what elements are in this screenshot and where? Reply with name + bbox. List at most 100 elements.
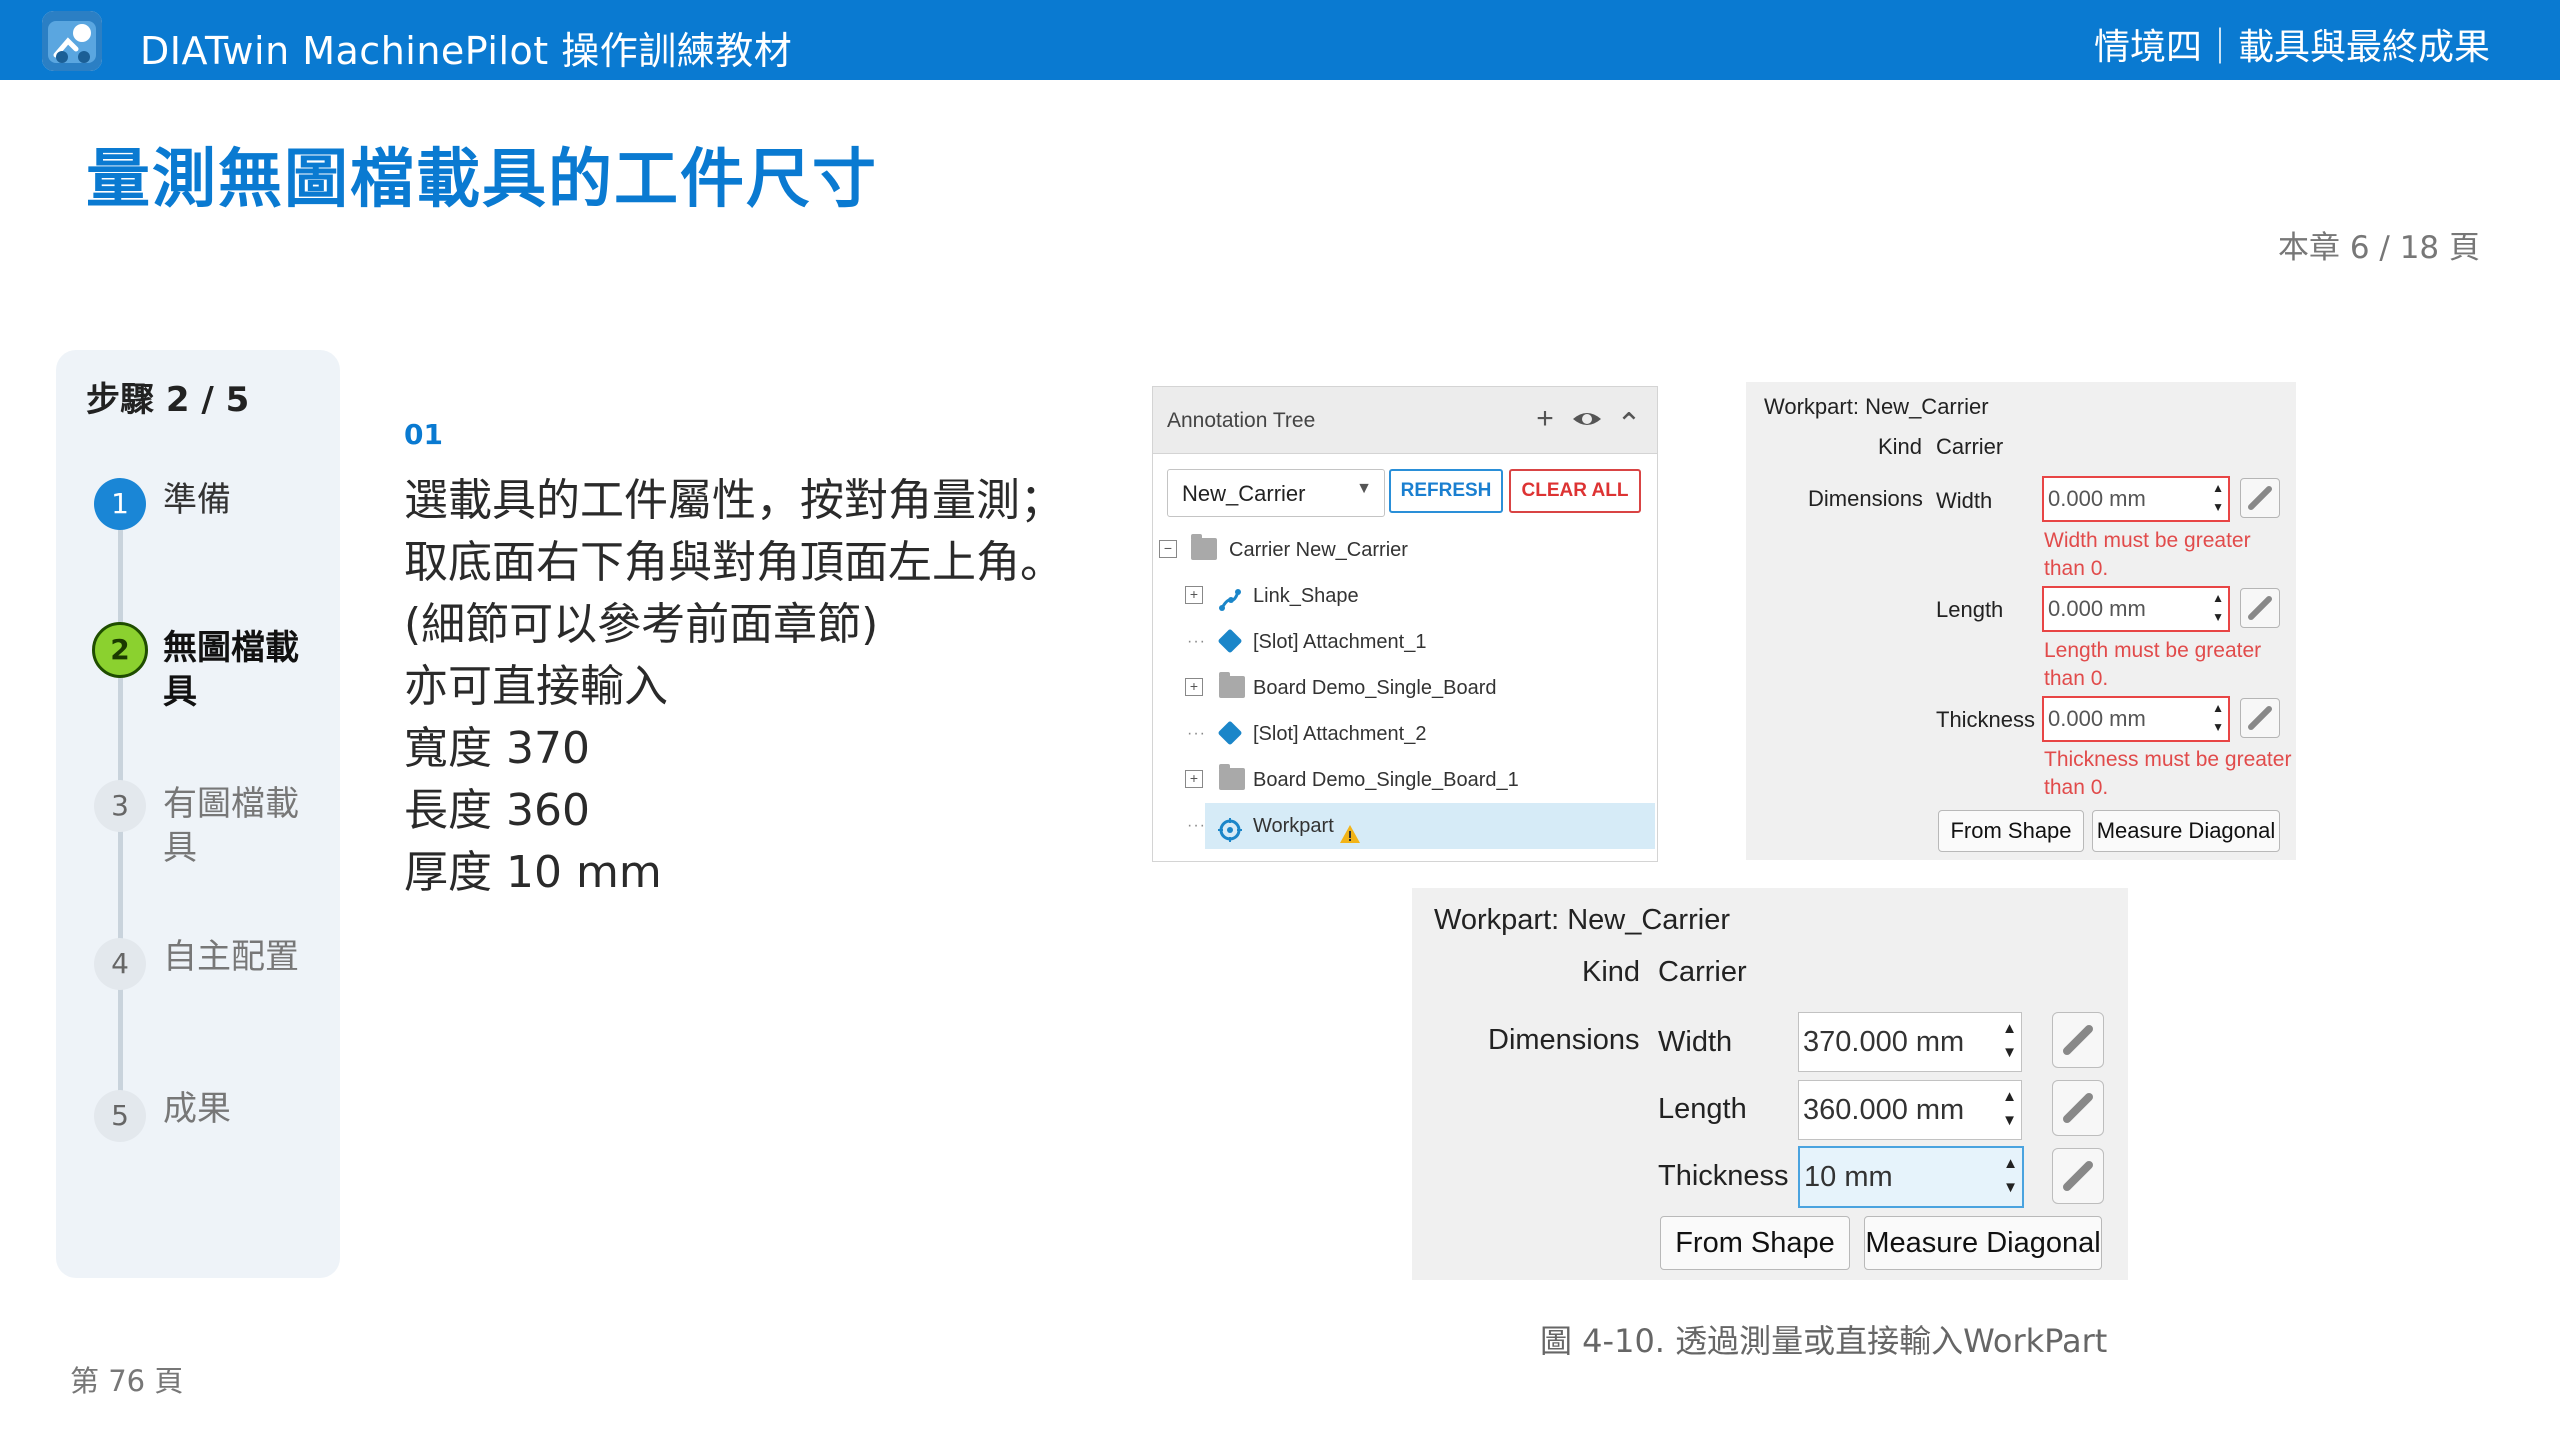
- tree-connector: ···: [1187, 725, 1206, 742]
- warning-icon: [1339, 815, 1361, 861]
- workpart-title: Workpart: New_Carrier: [1764, 394, 1989, 419]
- width-input[interactable]: 370.000 mm ▲ ▼: [1798, 1012, 2022, 1072]
- tree-node-board-demo[interactable]: + Board Demo_Single_Board: [1185, 665, 1649, 711]
- instruction-line: 厚度 10 mm: [404, 847, 662, 898]
- length-input[interactable]: 0.000 mm ▲ ▼: [2042, 586, 2230, 632]
- tree-node-board-demo-1[interactable]: + Board Demo_Single_Board_1: [1185, 757, 1649, 803]
- step-3-circle[interactable]: 3: [94, 780, 146, 832]
- kind-label: Kind: [1878, 434, 1923, 459]
- eye-icon[interactable]: [1567, 399, 1607, 439]
- tree-node-label: Carrier New_Carrier: [1229, 539, 1408, 561]
- instruction-line: 長度 360: [404, 785, 590, 836]
- tree-node-carrier[interactable]: − Carrier New_Carrier: [1159, 527, 1649, 573]
- tree-node-label: Link_Shape: [1253, 585, 1359, 607]
- step-5-circle[interactable]: 5: [94, 1090, 146, 1142]
- length-input[interactable]: 360.000 mm ▲ ▼: [1798, 1080, 2022, 1140]
- measure-ruler-icon[interactable]: [2240, 478, 2280, 518]
- step-4-circle[interactable]: 4: [94, 938, 146, 990]
- instruction-line: (細節可以參考前面章節): [404, 599, 879, 650]
- thickness-error: Thickness must be greater than 0.: [2044, 748, 2292, 799]
- refresh-button[interactable]: REFRESH: [1389, 469, 1503, 513]
- from-shape-button[interactable]: From Shape: [1660, 1216, 1850, 1270]
- tree-node-label: [Slot] Attachment_1: [1253, 631, 1427, 653]
- step-4-label[interactable]: 自主配置: [163, 935, 323, 979]
- measure-ruler-icon[interactable]: [2052, 1012, 2104, 1068]
- tree-node-label: Board Demo_Single_Board_1: [1253, 769, 1519, 791]
- carrier-select[interactable]: New_Carrier ▼: [1167, 469, 1385, 517]
- thickness-label: Thickness: [1936, 707, 2036, 732]
- spinner-icon[interactable]: ▲ ▼: [2002, 1085, 2017, 1133]
- tree-node-link-shape[interactable]: + Link_Shape: [1185, 573, 1649, 619]
- thickness-label: Thickness: [1658, 1160, 1789, 1192]
- tree-node-slot-attachment-1[interactable]: ··· [Slot] Attachment_1: [1185, 619, 1649, 665]
- spinner-icon[interactable]: ▲ ▼: [2212, 479, 2224, 517]
- width-label: Width: [1658, 1026, 1733, 1058]
- instruction-line: 選載具的工件屬性，按對角量測；: [404, 475, 1064, 526]
- tree-node-slot-attachment-2[interactable]: ··· [Slot] Attachment_2: [1185, 711, 1649, 757]
- tree-connector: ···: [1187, 817, 1206, 834]
- spinner-icon[interactable]: ▲ ▼: [2212, 589, 2224, 627]
- dimensions-label: Dimensions: [1808, 486, 1923, 511]
- step-1-circle[interactable]: 1: [94, 478, 146, 530]
- figure-caption: 圖 4-10. 透過測量或直接輸入WorkPart: [1540, 1322, 2108, 1360]
- plus-icon[interactable]: +: [1525, 399, 1565, 439]
- top-header-bar: DIATwin MachinePilot 操作訓練教材 情境四｜載具與最終成果: [0, 0, 2560, 80]
- cube-icon: [1217, 628, 1243, 654]
- folder-icon: [1219, 764, 1245, 790]
- width-input[interactable]: 0.000 mm ▲ ▼: [2042, 476, 2230, 522]
- step-5-label[interactable]: 成果: [163, 1087, 323, 1131]
- step-2-label[interactable]: 無圖檔載具: [163, 626, 323, 714]
- annotation-tree-header: Annotation Tree + ⌃: [1153, 387, 1657, 454]
- instruction-line: 寬度 370: [404, 723, 590, 774]
- width-label: Width: [1936, 488, 1993, 513]
- dimensions-label: Dimensions: [1488, 1024, 1640, 1056]
- thickness-input-value: 10 mm: [1804, 1161, 1893, 1193]
- tree-node-workpart[interactable]: ··· Workpart: [1185, 803, 1649, 849]
- measure-ruler-icon[interactable]: [2240, 588, 2280, 628]
- chevron-up-icon[interactable]: ⌃: [1609, 405, 1649, 445]
- cube-icon: [1217, 720, 1243, 746]
- length-label: Length: [1658, 1093, 1747, 1125]
- measure-diagonal-button[interactable]: Measure Diagonal: [2092, 810, 2280, 852]
- collapse-expander-icon[interactable]: −: [1159, 540, 1177, 558]
- carrier-select-value: New_Carrier: [1182, 481, 1306, 506]
- width-input-value: 370.000 mm: [1803, 1026, 1965, 1058]
- length-error: Length must be greater than 0.: [2044, 639, 2262, 690]
- workpart-title: Workpart: New_Carrier: [1434, 904, 1730, 936]
- instruction-text: 選載具的工件屬性，按對角量測； 取底面右下角與對角頂面左上角。 (細節可以參考前…: [404, 470, 1104, 904]
- measure-ruler-icon[interactable]: [2052, 1080, 2104, 1136]
- page-title: 量測無圖檔載具的工件尺寸: [86, 143, 878, 217]
- thickness-input[interactable]: 0.000 mm ▲ ▼: [2042, 696, 2230, 742]
- expand-expander-icon[interactable]: +: [1185, 770, 1203, 788]
- page-number: 第 76 頁: [70, 1364, 184, 1398]
- thickness-input[interactable]: 10 mm ▲ ▼: [1798, 1146, 2024, 1208]
- expand-expander-icon[interactable]: +: [1185, 678, 1203, 696]
- expand-expander-icon[interactable]: +: [1185, 586, 1203, 604]
- workpart-icon: [1217, 814, 1243, 842]
- thickness-input-value: 0.000 mm: [2048, 706, 2146, 731]
- step-3-label[interactable]: 有圖檔載具: [163, 782, 323, 870]
- chevron-down-icon: ▼: [1356, 480, 1372, 497]
- step-counter: 步驟 2 / 5: [86, 380, 250, 420]
- width-error: Width must be greater than 0.: [2044, 529, 2251, 580]
- step-2-circle[interactable]: 2: [92, 622, 148, 678]
- measure-ruler-icon[interactable]: [2240, 698, 2280, 738]
- app-title: DIATwin MachinePilot 操作訓練教材: [140, 29, 793, 73]
- workpart-properties-after: Workpart: New_Carrier Kind Carrier Dimen…: [1412, 888, 2128, 1280]
- step-1-label[interactable]: 準備: [163, 478, 323, 522]
- kind-label: Kind: [1582, 956, 1641, 988]
- measure-ruler-icon[interactable]: [2052, 1148, 2104, 1204]
- spinner-icon[interactable]: ▲ ▼: [2003, 1152, 2018, 1200]
- folder-icon: [1191, 534, 1217, 560]
- workpart-properties-before: Workpart: New_Carrier Kind Carrier Dimen…: [1746, 382, 2296, 860]
- kind-value: Carrier: [1658, 956, 1747, 988]
- instruction-number: 01: [404, 418, 443, 451]
- from-shape-button[interactable]: From Shape: [1938, 810, 2084, 852]
- clear-all-button[interactable]: CLEAR ALL: [1509, 469, 1641, 513]
- folder-icon: [1219, 672, 1245, 698]
- app-logo-icon: [42, 11, 102, 71]
- spinner-icon[interactable]: ▲ ▼: [2002, 1017, 2017, 1065]
- tree-connector: ···: [1187, 633, 1206, 650]
- measure-diagonal-button[interactable]: Measure Diagonal: [1864, 1216, 2102, 1270]
- spinner-icon[interactable]: ▲ ▼: [2212, 699, 2224, 737]
